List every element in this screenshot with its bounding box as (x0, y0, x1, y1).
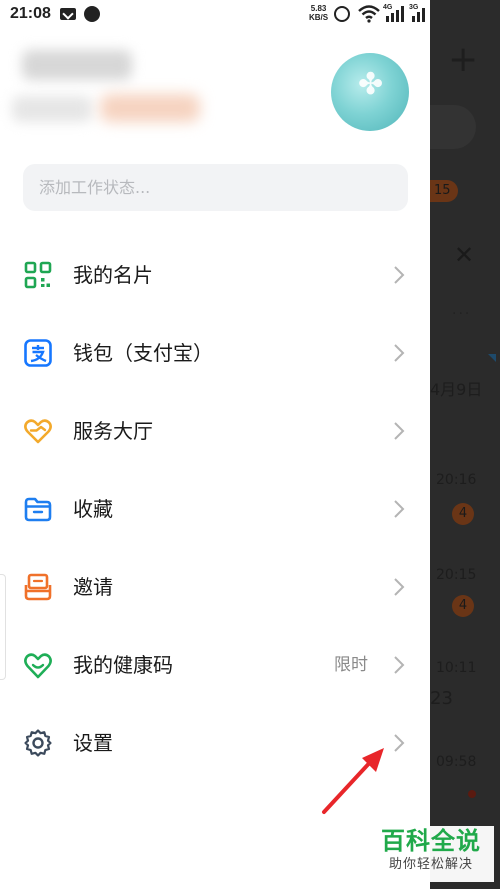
background-app-overlay[interactable]: + 15 ✕ ··· 4月9日 20:16 4 20:15 4 10:11 23… (430, 0, 500, 889)
profile-name[interactable] (22, 50, 132, 80)
background-time: 20:15 (436, 567, 477, 583)
avatar[interactable]: ✤ (331, 53, 409, 131)
chevron-right-icon (394, 422, 405, 440)
profile-company (12, 96, 92, 122)
menu-item-label: 邀请 (73, 575, 113, 599)
background-date: 4月9日 (430, 380, 483, 399)
background-unread-badge: 4 (452, 503, 474, 525)
limited-time-tag: 限时 (334, 655, 368, 675)
chevron-right-icon (394, 734, 405, 752)
background-time: 09:58 (436, 754, 477, 770)
background-unread-badge: 4 (452, 595, 474, 617)
menu-item-business-card[interactable]: 我的名片 (0, 236, 430, 314)
chevron-right-icon (394, 266, 405, 284)
signal-icon: 4G (383, 4, 406, 26)
alipay-icon (24, 339, 52, 367)
menu-item-label: 钱包（支付宝） (73, 341, 213, 365)
notification-app-icon (84, 6, 100, 22)
network-speed: 5.83 KB/S (309, 4, 328, 22)
invite-icon (24, 573, 52, 601)
add-icon: + (448, 39, 479, 80)
profile-tag (100, 94, 200, 122)
corner-marker-icon (488, 354, 496, 362)
status-time: 21:08 (10, 5, 51, 22)
menu-item-health-code[interactable]: 我的健康码 限时 (0, 626, 430, 704)
chevron-right-icon (394, 656, 405, 674)
close-icon: ✕ (454, 241, 475, 269)
background-red-dot (468, 790, 476, 798)
watermark-title: 百科全说 (381, 827, 481, 855)
menu-item-label: 服务大厅 (73, 419, 153, 443)
network-speed-unit: KB/S (309, 13, 329, 22)
gear-icon (24, 729, 52, 757)
mail-icon (60, 8, 76, 20)
menu-item-invite[interactable]: 邀请 (0, 548, 430, 626)
clover-icon: ✤ (358, 67, 384, 102)
menu-item-favorites[interactable]: 收藏 (0, 470, 430, 548)
background-partial-text: 23 (430, 688, 453, 709)
folder-icon (24, 497, 52, 522)
work-status-input[interactable] (23, 164, 408, 211)
menu-item-wallet[interactable]: 钱包（支付宝） (0, 314, 430, 392)
annotation-arrow-icon (322, 748, 384, 814)
drawer-edge-handle[interactable] (0, 574, 6, 680)
heart-hand-icon (24, 419, 52, 444)
background-search-pill (430, 105, 476, 149)
menu-item-label: 收藏 (73, 497, 113, 521)
watermark: 百科全说 助你轻松解决 (368, 826, 494, 882)
menu-item-label: 我的健康码 (73, 653, 173, 677)
wifi-icon (358, 5, 380, 23)
watermark-subtitle: 助你轻松解决 (388, 857, 473, 872)
chevron-right-icon (394, 578, 405, 596)
menu-item-label: 我的名片 (73, 263, 153, 287)
chevron-right-icon (394, 344, 405, 362)
network-speed-value: 5.83 (310, 4, 327, 13)
health-heart-icon (24, 653, 52, 679)
menu-item-label: 设置 (73, 731, 113, 755)
status-bar: 21:08 5.83 KB/S 4G 3G (0, 0, 430, 30)
signal-icon: 3G (409, 4, 426, 26)
background-time: 10:11 (436, 660, 477, 676)
chevron-right-icon (394, 500, 405, 518)
signal-label-3g: 3G (409, 4, 419, 11)
more-icon: ··· (452, 306, 472, 322)
alarm-icon (334, 6, 350, 22)
signal-label-4g: 4G (383, 4, 393, 11)
qr-code-icon (24, 261, 52, 289)
background-time: 20:16 (436, 472, 477, 488)
menu-item-service-hall[interactable]: 服务大厅 (0, 392, 430, 470)
background-badge: 15 (430, 180, 458, 202)
